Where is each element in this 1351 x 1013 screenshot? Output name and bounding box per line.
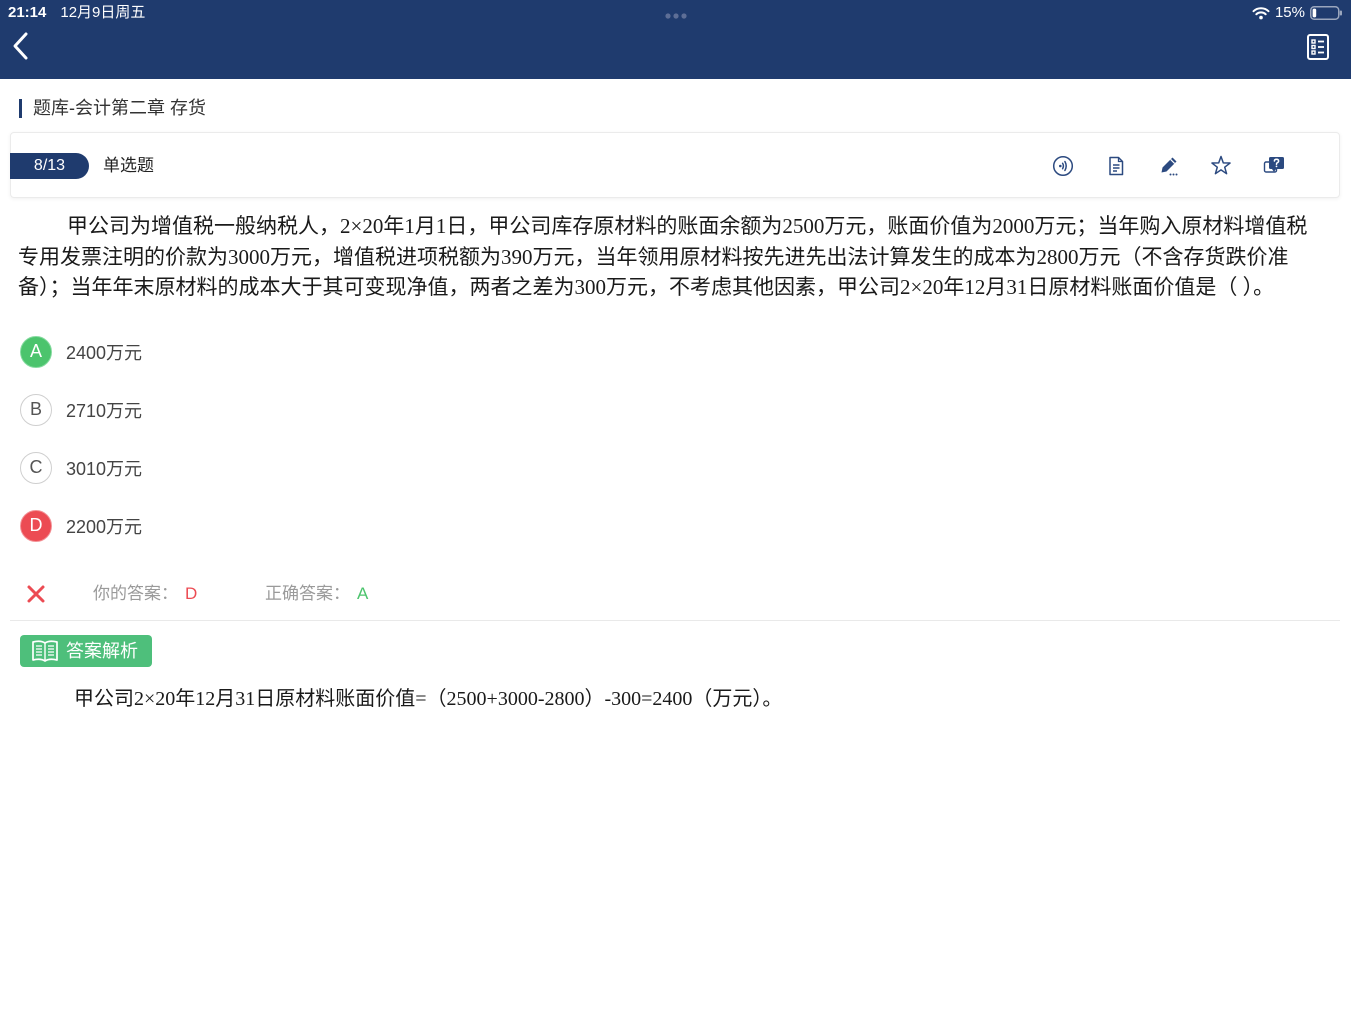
your-answer-value: D [185,584,198,603]
option-text: 3010万元 [66,459,143,479]
option-text: 2710万元 [66,401,143,421]
battery-level [1312,8,1317,18]
your-answer-label: 你的答案： [93,584,178,603]
section-divider [10,620,1340,621]
question-type-label: 单选题 [103,156,154,175]
edit-pencil-icon [1161,157,1178,176]
ask-question-button[interactable] [1263,155,1285,177]
breadcrumb-marker [19,99,22,118]
option-letter: C [20,452,52,484]
status-date: 12月9日周五 [60,4,146,21]
option-c[interactable]: C 3010万元 [20,452,420,484]
battery-percentage: 15% [1274,4,1305,21]
wifi-icon [1252,7,1270,20]
favorite-star-icon [1211,155,1231,175]
option-a[interactable]: A 2400万元 [20,336,420,368]
notes-icon [1109,156,1124,176]
option-text: 2400万元 [66,343,143,363]
option-letter: D [20,510,52,542]
status-bar-left: 21:14 12月9日周五 [8,3,145,23]
book-icon [32,640,58,662]
option-letter: A [20,336,52,368]
audio-button[interactable] [1052,155,1074,177]
wrong-cross-icon [27,585,45,603]
question-list-button[interactable] [1306,33,1330,61]
ask-question-icon [1263,157,1284,173]
question-list-icon [1307,34,1329,60]
more-dots-icon[interactable] [661,11,691,21]
option-b[interactable]: B 2710万元 [20,394,420,426]
breadcrumb: 题库-会计第二章 存货 [33,98,206,118]
answer-explanation: 甲公司2×20年12月31日原材料账面价值=（2500+3000-2800）-3… [74,688,783,710]
chevron-left-icon [13,32,28,60]
status-time: 21:14 [8,4,47,21]
back-button[interactable] [11,31,33,61]
answer-analysis-badge: 答案解析 [20,635,152,667]
option-text: 2200万元 [66,517,143,537]
answer-analysis-label: 答案解析 [66,641,138,661]
correct-answer-value: A [357,584,369,603]
question-progress-badge: 8/13 [10,153,89,179]
status-bar-right: 15% [1252,4,1343,22]
notes-button[interactable] [1105,155,1127,177]
top-navigation-bar: 21:14 12月9日周五 15% [0,0,1351,79]
question-header-card: 8/13 单选题 [10,132,1340,198]
question-stem: 甲公司为增值税一般纳税人，2×20年1月1日，甲公司库存原材料的账面余额为250… [18,214,1308,299]
option-d[interactable]: D 2200万元 [20,510,420,542]
option-letter: B [20,394,52,426]
battery-icon [1310,6,1342,20]
audio-icon [1052,155,1074,177]
favorite-button[interactable] [1210,155,1232,177]
edit-button[interactable] [1158,155,1180,177]
answer-options: A 2400万元 B 2710万元 C 3010万元 D 2200万元 [20,336,420,568]
correct-answer-label: 正确答案： [265,584,350,603]
